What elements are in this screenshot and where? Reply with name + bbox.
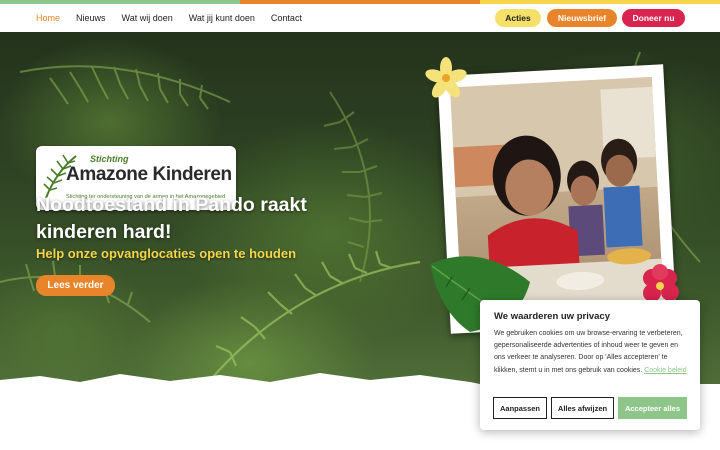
logo-name: Amazone Kinderen	[66, 164, 232, 185]
hero-photo-frame	[437, 64, 677, 334]
main-navigation: Home Nieuws Wat wij doen Wat jij kunt do…	[0, 4, 720, 32]
nav-nieuws[interactable]: Nieuws	[76, 13, 106, 23]
logo-stichting-text: Stichting	[90, 154, 129, 164]
lees-verder-button[interactable]: Lees verder	[36, 275, 115, 296]
cookie-title: We waarderen uw privacy	[494, 311, 610, 322]
children-illustration	[450, 76, 664, 312]
cookie-policy-link[interactable]: Cookie beleid	[644, 367, 686, 374]
acties-button[interactable]: Acties	[495, 9, 541, 27]
customize-button[interactable]: Aanpassen	[493, 397, 547, 419]
children-photo	[450, 76, 664, 314]
nieuwsbrief-button[interactable]: Nieuwsbrief	[547, 9, 617, 27]
reject-all-button[interactable]: Alles afwijzen	[551, 397, 614, 419]
accept-all-button[interactable]: Accepteer alles	[618, 397, 687, 419]
cookie-consent-dialog: We waarderen uw privacy We gebruiken coo…	[480, 300, 700, 430]
page: Home Nieuws Wat wij doen Wat jij kunt do…	[0, 0, 720, 450]
nav-contact[interactable]: Contact	[271, 13, 302, 23]
nav-home[interactable]: Home	[36, 13, 60, 23]
hero-title: Noodtoestand in Pando raakt kinderen har…	[36, 194, 307, 243]
hero-subtitle: Help onze opvanglocaties open te houden	[36, 246, 297, 261]
nav-wat-jij-kunt-doen[interactable]: Wat jij kunt doen	[189, 13, 255, 23]
doneer-nu-button[interactable]: Doneer nu	[622, 9, 685, 27]
cookie-text: We gebruiken cookies om uw browse-ervari…	[494, 328, 690, 377]
nav-links: Home Nieuws Wat wij doen Wat jij kunt do…	[36, 4, 318, 32]
nav-wat-wij-doen[interactable]: Wat wij doen	[122, 13, 173, 23]
